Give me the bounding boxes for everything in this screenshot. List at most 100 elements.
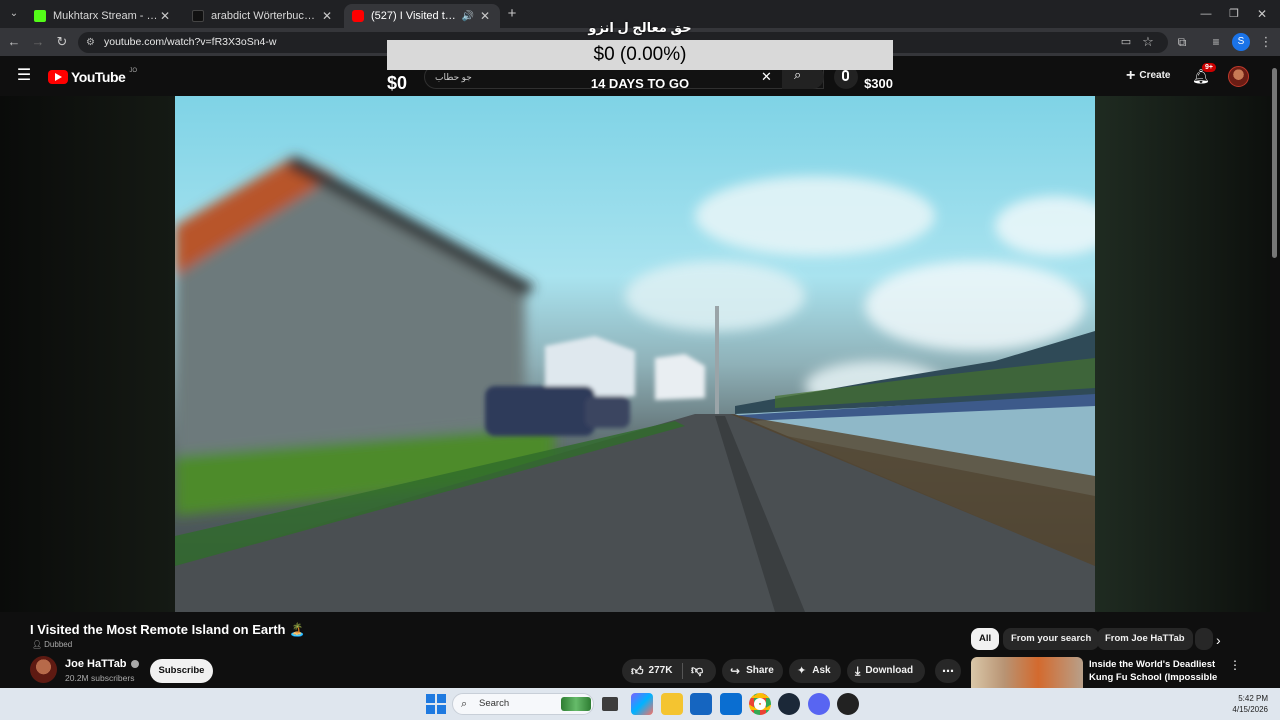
- dislike-button[interactable]: 👎︎: [683, 658, 703, 684]
- forward-icon[interactable]: →: [28, 32, 48, 52]
- dubbed-badge: 👤︎ Dubbed: [32, 640, 72, 649]
- notifications-button[interactable]: 🔔︎ 9+: [1192, 63, 1216, 86]
- steam-icon[interactable]: [778, 693, 800, 715]
- download-button[interactable]: ⤓ Download: [847, 659, 925, 683]
- chrome-icon[interactable]: [749, 693, 771, 715]
- create-label: Create: [1139, 70, 1171, 81]
- reload-icon[interactable]: ↻: [52, 32, 72, 52]
- cast-icon[interactable]: ▭: [1116, 32, 1136, 52]
- minimize-icon[interactable]: —: [1196, 4, 1216, 24]
- youtube-play-icon: [48, 70, 68, 84]
- tab-title: arabdict Wörterbuch & Überset: [211, 10, 320, 22]
- like-dislike-group: 👍︎ 277K 👎︎: [622, 659, 716, 683]
- thumbs-down-icon: 👎︎: [691, 663, 704, 677]
- recommended-title-line1: Inside the World's Deadliest: [1089, 659, 1216, 670]
- more-horizontal-icon: ⋯: [942, 664, 954, 678]
- donation-amount: $0 (0.00%): [593, 44, 687, 65]
- create-button[interactable]: + Create: [1118, 64, 1178, 88]
- reading-list-icon[interactable]: ≡: [1206, 32, 1226, 52]
- arabdict-favicon-icon: [192, 10, 204, 22]
- ask-label: Ask: [812, 665, 831, 676]
- tab-arabdict[interactable]: arabdict Wörterbuch & Überset ✕: [184, 4, 342, 28]
- taskbar-clock[interactable]: 5:42 PM 4/15/2026: [1232, 693, 1268, 715]
- chip-more-partial[interactable]: [1195, 628, 1213, 650]
- share-label: Share: [746, 665, 774, 676]
- donation-goal-widget: حق معالج ل انزو $0 (0.00%) $0 14 DAYS TO…: [387, 18, 893, 96]
- taskbar-search[interactable]: ⌕ Search: [452, 693, 594, 715]
- chip-all[interactable]: All: [971, 628, 1000, 650]
- video-frame: [175, 156, 1095, 612]
- app-icon[interactable]: [837, 693, 859, 715]
- close-tab-icon[interactable]: ✕: [320, 9, 334, 23]
- sparkle-icon: ✦: [797, 665, 807, 677]
- clock-time: 5:42 PM: [1238, 694, 1268, 703]
- chip-from-your-search[interactable]: From your search: [1003, 628, 1100, 650]
- extensions-icon[interactable]: ⧉: [1172, 32, 1192, 52]
- channel-name-text: Joe HaTTab: [65, 658, 127, 670]
- back-icon[interactable]: ←: [4, 32, 24, 52]
- close-window-icon[interactable]: ✕: [1252, 4, 1272, 24]
- download-icon: ⤓: [855, 664, 861, 678]
- video-player[interactable]: [175, 96, 1095, 612]
- share-button[interactable]: ↪ Share: [722, 659, 783, 683]
- outlook-icon[interactable]: [720, 693, 742, 715]
- task-view-icon[interactable]: [602, 697, 618, 711]
- store-icon[interactable]: [690, 693, 712, 715]
- donation-title: حق معالج ل انزو: [588, 20, 692, 35]
- channel-avatar[interactable]: [30, 656, 57, 683]
- bookmark-star-icon[interactable]: ☆: [1138, 32, 1158, 52]
- youtube-logo[interactable]: YouTube JO: [48, 68, 137, 86]
- dubbed-label: Dubbed: [44, 640, 73, 649]
- file-explorer-icon[interactable]: [661, 693, 683, 715]
- recommended-thumbnail[interactable]: [971, 657, 1083, 688]
- plus-icon: +: [1126, 67, 1136, 84]
- more-actions-button[interactable]: ⋯: [935, 659, 961, 683]
- verified-icon: [130, 660, 139, 668]
- tab-mukhtarx[interactable]: Mukhtarx Stream - Watch Live o ✕: [26, 4, 180, 28]
- channel-name[interactable]: Joe HaTTab: [65, 658, 139, 670]
- scrollbar-thumb[interactable]: [1272, 68, 1277, 258]
- goal-amount: $300: [864, 76, 893, 91]
- chip-from-channel[interactable]: From Joe HaTTab: [1097, 628, 1193, 650]
- url-text: youtube.com/watch?v=fR3X3oSn4-w: [104, 36, 277, 48]
- recommended-menu-icon[interactable]: ⋮: [1229, 658, 1241, 672]
- youtube-wordmark: YouTube: [71, 69, 126, 85]
- hamburger-menu-icon[interactable]: ☰: [14, 66, 34, 86]
- browser-menu-icon[interactable]: ⋮: [1256, 32, 1276, 52]
- ask-button[interactable]: ✦ Ask: [789, 659, 841, 683]
- page-scrollbar[interactable]: [1270, 60, 1278, 688]
- chips-next-arrow-icon[interactable]: ›: [1216, 632, 1221, 648]
- donation-progress-bar: $0 (0.00%): [387, 40, 893, 70]
- restore-icon[interactable]: ❐: [1224, 4, 1244, 24]
- notification-badge: 9+: [1202, 63, 1216, 72]
- close-tab-icon[interactable]: ✕: [158, 9, 172, 23]
- kick-favicon-icon: [34, 10, 46, 22]
- subscriber-count: 20.2M subscribers: [65, 673, 135, 683]
- tab-search-icon[interactable]: ⌄: [4, 4, 24, 24]
- ambient-glow-right: [1095, 96, 1270, 612]
- download-label: Download: [865, 665, 914, 676]
- user-avatar[interactable]: [1228, 66, 1249, 87]
- region-code: JO: [129, 68, 137, 74]
- tab-title: Mukhtarx Stream - Watch Live o: [53, 10, 158, 22]
- video-title: I Visited the Most Remote Island on Eart…: [30, 622, 306, 637]
- start-windows-icon[interactable]: [425, 693, 447, 715]
- thumbs-up-icon: 👍︎: [631, 664, 644, 678]
- profile-avatar[interactable]: S: [1232, 33, 1250, 51]
- dubbed-icon: 👤︎: [32, 640, 43, 649]
- like-count: 277K: [648, 665, 673, 676]
- days-remaining: 14 DAYS TO GO: [590, 76, 690, 91]
- clock-date: 4/15/2026: [1232, 705, 1268, 714]
- discord-icon[interactable]: [808, 693, 830, 715]
- windows-taskbar: ⌕ Search 5:42 PM 4/15/2026: [0, 688, 1280, 720]
- site-info-icon[interactable]: ⚙: [86, 32, 95, 53]
- search-highlight-trees-icon: [561, 697, 591, 711]
- copilot-icon[interactable]: [631, 693, 653, 715]
- youtube-favicon-icon: [352, 10, 364, 22]
- ambient-glow-left: [0, 96, 175, 612]
- taskbar-search-placeholder: Search: [479, 698, 510, 709]
- like-button[interactable]: 👍︎ 277K: [622, 659, 682, 683]
- subscribe-label: Subscribe: [158, 665, 205, 676]
- subscribe-button[interactable]: Subscribe: [150, 659, 213, 683]
- share-icon: ↪: [730, 664, 741, 678]
